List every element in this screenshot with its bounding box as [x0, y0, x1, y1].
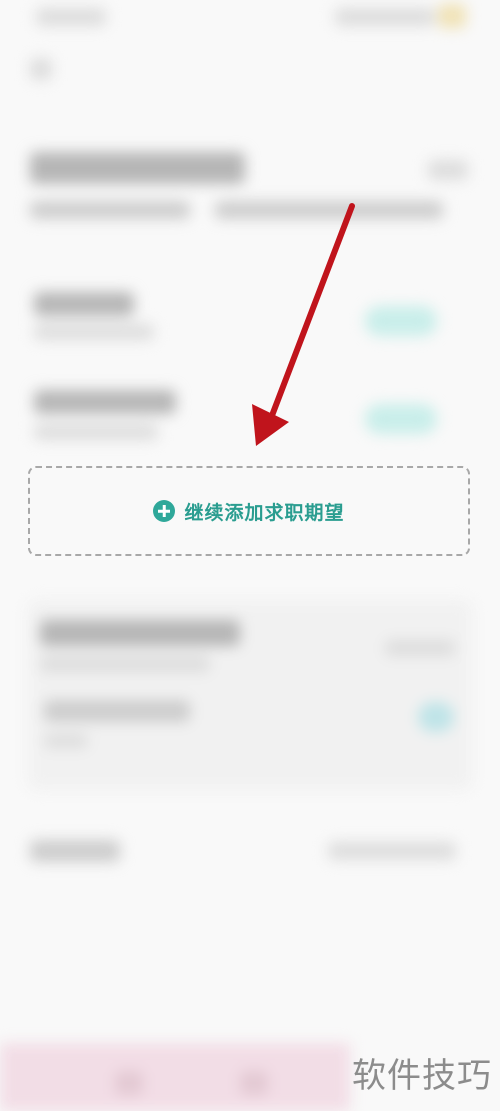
- bottom-navigation: [0, 1043, 350, 1111]
- add-job-expectation-label: 继续添加求职期望: [184, 501, 345, 524]
- job-expectations-screen: 继续添加求职期望 软件技巧: [0, 0, 500, 1111]
- watermark-text: 软件技巧: [352, 1056, 492, 1096]
- status-badge: [365, 306, 437, 336]
- status-badge: [365, 404, 437, 434]
- plus-circle-icon: [153, 500, 176, 522]
- add-job-expectation-button[interactable]: 继续添加求职期望: [28, 466, 470, 556]
